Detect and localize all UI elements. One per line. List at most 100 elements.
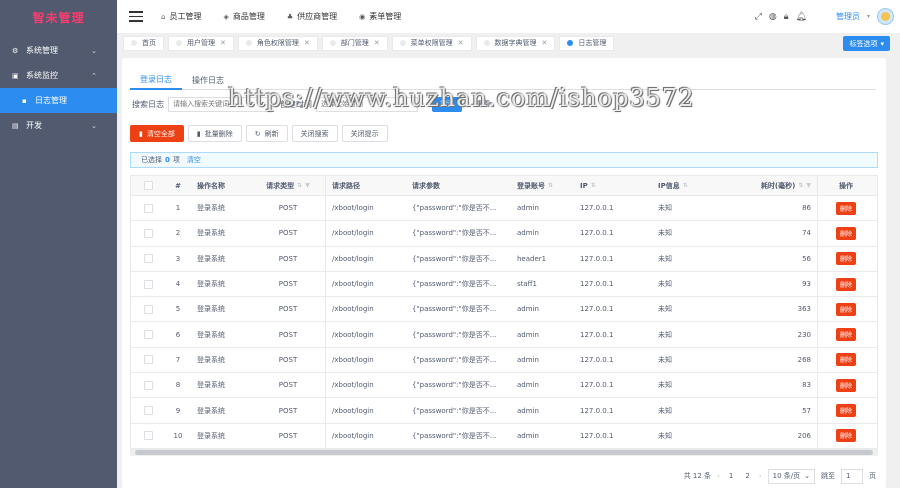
row-checkbox[interactable] xyxy=(131,221,165,245)
cell-ipinfo: 未知 xyxy=(658,280,672,289)
cell-user: admin xyxy=(517,355,539,364)
delete-button[interactable]: 删除 xyxy=(835,404,856,418)
tab-home[interactable]: 首页 xyxy=(123,35,164,51)
tab-login-log[interactable]: 登录日志 xyxy=(130,70,182,90)
delete-button[interactable]: 删除 xyxy=(835,328,856,342)
row-checkbox[interactable] xyxy=(131,373,165,397)
col-user[interactable]: 登录账号 ⇅ xyxy=(511,176,574,195)
delete-button[interactable]: 删除 xyxy=(835,302,856,316)
col-type[interactable]: 请求类型 ⇅ ▼ xyxy=(251,176,326,195)
tab-department[interactable]: 部门管理 ✕ xyxy=(321,35,388,51)
cell-path: /xboot/login xyxy=(332,330,374,339)
sort-icon[interactable]: ⇅ xyxy=(297,182,302,189)
page-1[interactable]: 1 xyxy=(726,472,736,480)
tab-user-management[interactable]: 用户管理 ✕ xyxy=(168,35,234,51)
caret-down-icon[interactable]: ▾ xyxy=(867,13,870,20)
close-icon[interactable]: ✕ xyxy=(220,39,226,47)
top-right-tools: ⤢ ◍ 🔒︎ 🔔︎ 管理员 ▾ xyxy=(755,0,894,33)
user-name[interactable]: 管理员 xyxy=(836,11,860,22)
sidebar-item-label: 系统监控 xyxy=(26,71,58,80)
close-icon[interactable]: ✕ xyxy=(304,39,310,47)
row-checkbox[interactable] xyxy=(131,297,165,321)
sidebar-item-system-monitor[interactable]: ▣ 系统监控 ⌃ xyxy=(0,63,117,88)
time-range-input[interactable] xyxy=(316,96,418,112)
table-row: 3 登录系统 POST/xboot/login {"password":"你是否不..… xyxy=(131,246,877,272)
sort-icon[interactable]: ⇅ xyxy=(548,182,553,189)
cell-time: 86 xyxy=(746,196,818,221)
app-logo[interactable]: 智未管理 xyxy=(0,0,117,34)
language-icon[interactable]: ◍ xyxy=(769,12,777,22)
delete-button[interactable]: 删除 xyxy=(835,252,856,266)
filter-icon[interactable]: ▼ xyxy=(806,182,811,189)
sort-icon[interactable]: ⇅ xyxy=(683,182,688,189)
row-checkbox[interactable] xyxy=(131,424,165,448)
refresh-button[interactable]: ↻ 刷新 xyxy=(245,125,288,142)
row-checkbox[interactable] xyxy=(131,322,165,346)
delete-button[interactable]: 删除 xyxy=(835,226,856,240)
next-page-icon[interactable]: › xyxy=(759,472,762,480)
cell-time: 83 xyxy=(746,373,818,398)
horizontal-scrollbar[interactable] xyxy=(130,450,878,456)
delete-button[interactable]: 删除 xyxy=(835,429,856,443)
fullscreen-icon[interactable]: ⤢ xyxy=(755,12,762,22)
tabs-options-button[interactable]: 标签选项 ▾ xyxy=(843,36,890,51)
nav-supplier-management[interactable]: ♣ 供应商管理 xyxy=(287,11,337,22)
bell-icon[interactable]: 🔔︎ xyxy=(796,12,807,22)
tab-menu-permission[interactable]: 菜单权限管理 ✕ xyxy=(391,35,472,51)
sort-icon[interactable]: ⇅ xyxy=(798,182,803,189)
tab-operation-log[interactable]: 操作日志 xyxy=(182,70,234,90)
batch-delete-button[interactable]: ▮ 批量删除 xyxy=(187,125,242,142)
row-checkbox[interactable] xyxy=(131,272,165,296)
menu-toggle-icon[interactable] xyxy=(129,11,143,22)
page-2[interactable]: 2 xyxy=(742,472,752,480)
nav-product-management[interactable]: ◈ 商品管理 xyxy=(223,11,264,22)
row-checkbox[interactable] xyxy=(131,196,165,220)
row-checkbox[interactable] xyxy=(131,247,165,271)
lock-icon[interactable]: 🔒︎ xyxy=(784,12,789,22)
tab-log-management[interactable]: 日志管理 xyxy=(559,35,615,51)
search-input[interactable] xyxy=(168,96,270,112)
row-checkbox[interactable] xyxy=(131,398,165,422)
tab-role-permission[interactable]: 角色权限管理 ✕ xyxy=(237,35,318,51)
close-icon[interactable]: ✕ xyxy=(458,39,464,47)
cell-path: /xboot/login xyxy=(332,381,374,390)
delete-button[interactable]: 删除 xyxy=(835,201,856,215)
delete-button[interactable]: 删除 xyxy=(835,277,856,291)
sidebar-item-label: 系统管理 xyxy=(26,46,58,55)
cell-ipinfo: 未知 xyxy=(658,355,672,364)
select-all-checkbox[interactable] xyxy=(131,176,165,195)
clear-all-button[interactable]: ▮ 清空全部 xyxy=(130,125,184,142)
nav-employee-management[interactable]: ⌂ 员工管理 xyxy=(161,11,201,22)
reset-button[interactable]: 重置 xyxy=(470,97,496,112)
close-icon[interactable]: ✕ xyxy=(374,39,380,47)
close-icon[interactable]: ✕ xyxy=(542,39,548,47)
close-hint-button[interactable]: 关闭提示 xyxy=(341,125,388,142)
delete-button[interactable]: 删除 xyxy=(835,353,856,367)
page-size-select[interactable]: 10 条/页 ⌄ xyxy=(767,468,815,484)
sidebar-item-system-management[interactable]: ⚙ 系统管理 ⌄ xyxy=(0,38,117,63)
sort-icon[interactable]: ⇅ xyxy=(591,182,596,189)
nav-label: 员工管理 xyxy=(169,12,202,21)
nav-order-management[interactable]: ◉ 素单管理 xyxy=(359,11,401,22)
tab-label: 数据字典管理 xyxy=(494,39,537,47)
prev-page-icon[interactable]: ‹ xyxy=(717,472,720,480)
sidebar-item-log-management[interactable]: ▪ 日志管理 xyxy=(0,88,117,113)
col-time[interactable]: 耗时(毫秒) ⇅ ▼ xyxy=(746,176,818,195)
code-icon: ▤ xyxy=(12,121,19,130)
close-search-button[interactable]: 关闭搜索 xyxy=(291,125,338,142)
table-row: 5 登录系统 POST/xboot/login {"password":"你是否不..… xyxy=(131,297,877,323)
tab-dictionary[interactable]: 数据字典管理 ✕ xyxy=(475,35,556,51)
clear-selection-link[interactable]: 清空 xyxy=(187,155,201,165)
cell-operation: 删除 xyxy=(818,348,874,372)
sidebar-item-development[interactable]: ▤ 开发 ⌄ xyxy=(0,113,117,138)
delete-button[interactable]: 删除 xyxy=(835,378,856,392)
row-checkbox[interactable] xyxy=(131,348,165,372)
search-button[interactable]: 搜索 xyxy=(432,96,462,112)
col-ip[interactable]: IP ⇅ xyxy=(574,176,652,195)
col-ipinfo[interactable]: IP信息 ⇅ xyxy=(652,176,746,195)
goto-input[interactable]: 1 xyxy=(841,468,863,484)
filter-icon[interactable]: ▼ xyxy=(305,182,310,189)
avatar[interactable] xyxy=(877,8,894,25)
time-label: 创建时间 xyxy=(280,99,312,109)
table-row: 9 登录系统 POST/xboot/login {"password":"你是否不..… xyxy=(131,398,877,424)
